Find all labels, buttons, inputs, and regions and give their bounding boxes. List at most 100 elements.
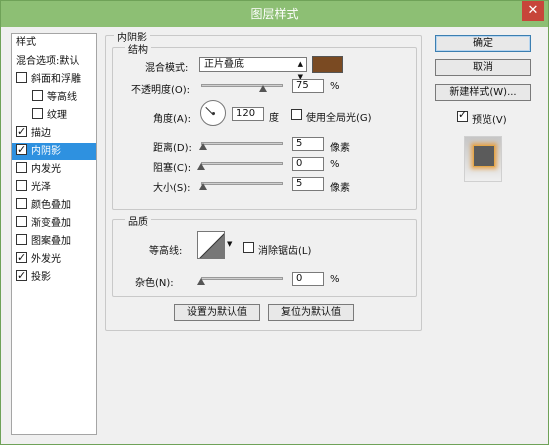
reset-default-button[interactable]: 复位为默认值 [268, 304, 354, 321]
dialog-title: 图层样式 [250, 7, 299, 21]
noise-slider-handle[interactable] [197, 278, 205, 285]
noise-label: 杂色(N): [135, 278, 174, 289]
contour-dropdown-icon[interactable]: ▼ [227, 240, 232, 248]
angle-unit: 度 [269, 113, 279, 124]
set-default-button[interactable]: 设置为默认值 [174, 304, 260, 321]
preview-label: 预览(V) [472, 115, 507, 126]
style-item-label: 投影 [31, 272, 51, 283]
blend-mode-select[interactable]: 正片叠底 ▲ ▼ [199, 57, 307, 81]
distance-unit: 像素 [330, 143, 350, 154]
style-item-label: 混合选项:默认 [16, 56, 80, 67]
structure-group: 结构 混合模式: 正片叠底 ▲ ▼ 不透明度(O): 75 % 角度(A): 12… [112, 41, 417, 210]
contour-label: 等高线: [149, 246, 183, 257]
style-item-checkbox[interactable] [32, 108, 43, 119]
contour-picker[interactable] [197, 231, 225, 259]
style-item[interactable]: 描边 [12, 123, 96, 142]
style-item-label: 纹理 [47, 110, 67, 121]
style-item[interactable]: 投影 [12, 267, 96, 286]
structure-title: 结构 [125, 41, 151, 56]
size-input[interactable]: 5 [292, 177, 324, 191]
style-item[interactable]: 图案叠加 [12, 232, 96, 250]
opacity-slider-handle[interactable] [258, 85, 267, 92]
opacity-slider[interactable] [201, 84, 283, 87]
noise-unit: % [330, 274, 340, 285]
style-item[interactable]: 混合选项:默认 [12, 52, 96, 70]
style-item-label: 渐变叠加 [31, 218, 71, 229]
anti-alias-checkbox[interactable] [243, 242, 254, 253]
size-slider[interactable] [201, 182, 283, 185]
style-item-label: 斜面和浮雕 [31, 74, 81, 85]
style-item[interactable]: 内发光 [12, 160, 96, 178]
size-slider-handle[interactable] [198, 183, 207, 190]
style-item[interactable]: 纹理 [12, 106, 96, 124]
size-unit: 像素 [330, 183, 350, 194]
style-item[interactable]: 内阴影 [12, 141, 96, 160]
noise-input[interactable]: 0 [292, 272, 324, 286]
choke-label: 阻塞(C): [153, 163, 192, 174]
opacity-input[interactable]: 75 [292, 79, 324, 93]
style-item-checkbox[interactable] [16, 198, 27, 209]
opacity-label: 不透明度(O): [131, 85, 191, 96]
style-item-checkbox[interactable] [16, 267, 27, 285]
distance-slider[interactable] [201, 142, 283, 145]
choke-slider[interactable] [201, 162, 283, 165]
blend-mode-label: 混合模式: [145, 63, 189, 74]
style-item-label: 内阴影 [31, 146, 61, 157]
style-item-checkbox[interactable] [16, 72, 27, 83]
style-item-label: 描边 [31, 128, 51, 139]
anti-alias-label: 消除锯齿(L) [258, 246, 312, 257]
angle-dial[interactable] [200, 100, 226, 126]
quality-title: 品质 [125, 213, 151, 228]
style-item-label: 等高线 [47, 92, 77, 103]
style-item-label: 颜色叠加 [31, 200, 71, 211]
style-item-label: 外发光 [31, 254, 61, 265]
distance-slider-handle[interactable] [198, 143, 207, 150]
style-item[interactable]: 斜面和浮雕 [12, 70, 96, 88]
shadow-color-swatch[interactable] [312, 56, 343, 73]
opacity-unit: % [330, 81, 340, 92]
style-item-checkbox[interactable] [16, 141, 27, 159]
style-item-checkbox[interactable] [16, 180, 27, 191]
style-item-checkbox[interactable] [16, 216, 27, 227]
angle-input[interactable]: 120 [232, 107, 264, 121]
styles-list: 样式 混合选项:默认斜面和浮雕等高线纹理描边内阴影内发光光泽颜色叠加渐变叠加图案… [11, 33, 97, 435]
inner-shadow-group: 内阴影 结构 混合模式: 正片叠底 ▲ ▼ 不透明度(O): 75 % 角度(A)… [105, 29, 422, 331]
preview-checkbox[interactable] [457, 108, 468, 122]
styles-header: 样式 [16, 37, 36, 48]
choke-slider-handle[interactable] [197, 163, 205, 170]
style-item[interactable]: 等高线 [12, 88, 96, 106]
style-item-checkbox[interactable] [16, 249, 27, 267]
choke-unit: % [330, 159, 340, 170]
global-light-checkbox[interactable] [291, 109, 302, 120]
style-item-label: 内发光 [31, 164, 61, 175]
choke-input[interactable]: 0 [292, 157, 324, 171]
global-light-label: 使用全局光(G) [306, 113, 372, 124]
new-style-button[interactable]: 新建样式(W)... [435, 84, 531, 101]
cancel-button[interactable]: 取消 [435, 59, 531, 76]
title-bar: 图层样式 ✕ [1, 1, 548, 27]
angle-label: 角度(A): [153, 114, 192, 125]
dialog-body: 样式 混合选项:默认斜面和浮雕等高线纹理描边内阴影内发光光泽颜色叠加渐变叠加图案… [5, 27, 544, 440]
preview-sample [473, 145, 495, 167]
style-item[interactable]: 颜色叠加 [12, 196, 96, 214]
distance-input[interactable]: 5 [292, 137, 324, 151]
noise-slider[interactable] [201, 277, 283, 280]
style-item[interactable]: 渐变叠加 [12, 214, 96, 232]
style-item-checkbox[interactable] [32, 90, 43, 101]
style-item-checkbox[interactable] [16, 234, 27, 245]
angle-center-dot [212, 112, 215, 115]
style-item[interactable]: 外发光 [12, 249, 96, 268]
style-item-label: 光泽 [31, 182, 51, 193]
ok-button[interactable]: 确定 [435, 35, 531, 52]
style-item-checkbox[interactable] [16, 162, 27, 173]
contour-curve-icon [199, 233, 224, 258]
style-item-checkbox[interactable] [16, 123, 27, 141]
size-label: 大小(S): [153, 183, 191, 194]
quality-group: 品质 等高线: ▼ 消除锯齿(L) 杂色(N): 0 % [112, 213, 417, 297]
close-button[interactable]: ✕ [522, 1, 544, 21]
distance-label: 距离(D): [153, 143, 192, 154]
close-icon: ✕ [527, 3, 539, 18]
style-preview-thumbnail [464, 136, 502, 182]
style-item[interactable]: 光泽 [12, 178, 96, 196]
layer-style-dialog: 图层样式 ✕ 样式 混合选项:默认斜面和浮雕等高线纹理描边内阴影内发光光泽颜色叠… [0, 0, 549, 445]
